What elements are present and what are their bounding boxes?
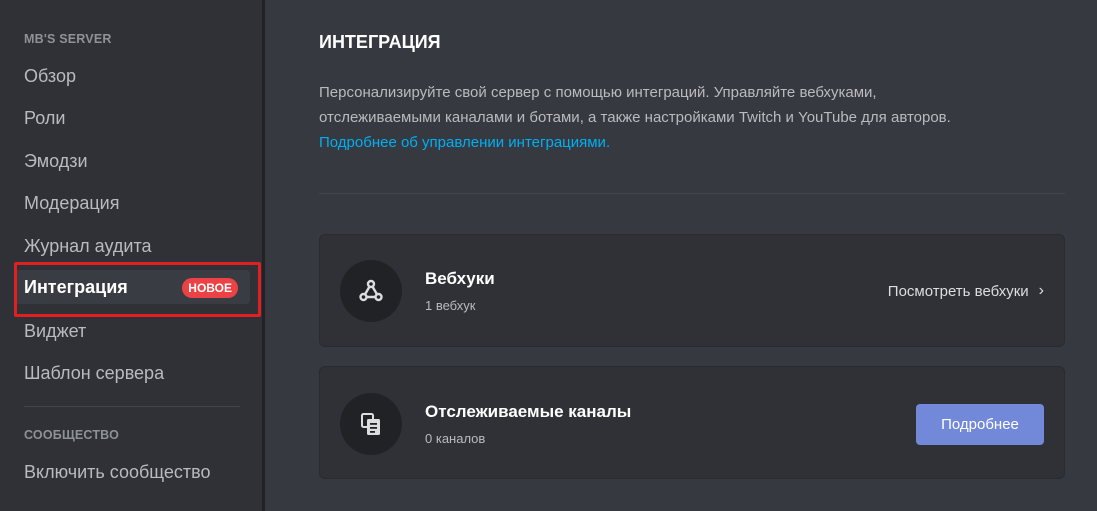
sidebar-item-label: Обзор	[24, 65, 76, 86]
sidebar-item-label: Роли	[24, 107, 66, 128]
page-description: Персонализируйте свой сервер с помощью и…	[319, 80, 1039, 155]
sidebar-item-widget[interactable]: Виджет	[14, 314, 250, 348]
page-title: ИНТЕГРАЦИЯ	[319, 32, 441, 52]
card-title: Отслеживаемые каналы	[425, 402, 632, 421]
card-title: Вебхуки	[425, 269, 495, 288]
sidebar-item-server-template[interactable]: Шаблон сервера	[14, 356, 250, 390]
description-line: отслеживаемыми каналами и ботами, а такж…	[319, 109, 951, 126]
learn-more-link[interactable]: Подробнее об управлении интеграциями.	[319, 134, 610, 151]
sidebar-item-label: Журнал аудита	[24, 235, 152, 256]
sidebar-item-label: Интеграция	[24, 276, 128, 297]
webhook-icon	[340, 260, 402, 322]
webhooks-card[interactable]: Вебхуки 1 вебхук Посмотреть вебхуки ›	[319, 234, 1065, 347]
community-header: СООБЩЕСТВО	[24, 428, 120, 442]
view-webhooks-label: Посмотреть вебхуки	[887, 282, 1029, 300]
followed-channels-card: Отслеживаемые каналы 0 каналов Подробнее	[319, 366, 1065, 479]
sidebar-item-label: Включить сообщество	[24, 461, 211, 482]
sidebar-item-label: Модерация	[24, 192, 120, 213]
card-subtitle: 1 вебхук	[425, 298, 476, 313]
sidebar-edge	[262, 0, 265, 511]
section-divider	[319, 193, 1065, 194]
view-webhooks-link[interactable]: Посмотреть вебхуки ›	[888, 282, 1044, 300]
sidebar-item-roles[interactable]: Роли	[14, 101, 250, 135]
sidebar-item-enable-community[interactable]: Включить сообщество	[14, 455, 250, 489]
sidebar-item-overview[interactable]: Обзор	[14, 59, 250, 93]
sidebar-item-label: Эмодзи	[24, 150, 88, 171]
sidebar-item-label: Виджет	[24, 320, 87, 341]
sidebar-item-audit-log[interactable]: Журнал аудита	[14, 229, 250, 263]
description-line: Персонализируйте свой сервер с помощью и…	[319, 84, 877, 101]
learn-more-button[interactable]: Подробнее	[916, 404, 1044, 445]
settings-sidebar: MB'S SERVER Обзор Роли Эмодзи Модерация …	[0, 0, 262, 511]
chevron-right-icon: ›	[1038, 282, 1044, 299]
sidebar-item-emoji[interactable]: Эмодзи	[14, 144, 250, 178]
sidebar-divider	[24, 406, 240, 407]
followed-channel-icon	[340, 393, 402, 455]
sidebar-item-moderation[interactable]: Модерация	[14, 186, 250, 220]
sidebar-item-integrations[interactable]: Интеграция НОВОЕ	[14, 270, 250, 304]
card-subtitle: 0 каналов	[425, 431, 486, 446]
server-name-header: MB'S SERVER	[24, 32, 112, 46]
sidebar-item-label: Шаблон сервера	[24, 362, 165, 383]
new-badge: НОВОЕ	[182, 278, 238, 298]
